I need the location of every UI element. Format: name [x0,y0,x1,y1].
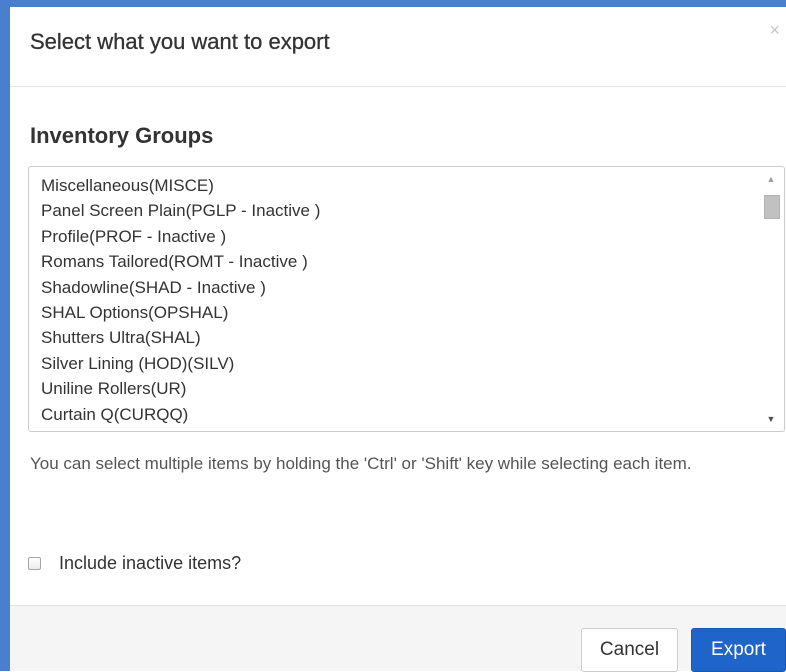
multi-select-help-text: You can select multiple items by holding… [30,454,692,473]
scroll-up-arrow-icon[interactable]: ▲ [758,169,784,189]
inventory-group-option[interactable]: Miscellaneous(MISCE) [41,173,754,198]
inventory-group-option[interactable]: SHAL Options(OPSHAL) [41,300,754,325]
inventory-group-option[interactable]: IBM Curtain Q(ICURQQ) [41,427,754,431]
inventory-group-option[interactable]: Shadowline(SHAD - Inactive ) [41,275,754,300]
cancel-button[interactable]: Cancel [581,628,678,672]
include-inactive-row[interactable]: Include inactive items? [28,552,241,574]
export-button[interactable]: Export [691,628,786,672]
inventory-group-option[interactable]: Curtain Q(CURQQ) [41,402,754,427]
inventory-group-option[interactable]: Profile(PROF - Inactive ) [41,224,754,249]
close-icon[interactable]: × [769,21,780,39]
listbox-scrollbar[interactable]: ▲ ▼ [758,167,784,431]
include-inactive-checkbox[interactable] [28,556,41,570]
inventory-group-option[interactable]: Uniline Rollers(UR) [41,376,754,401]
inventory-group-option[interactable]: Romans Tailored(ROMT - Inactive ) [41,249,754,274]
scroll-thumb[interactable] [764,195,780,219]
inventory-groups-options: Miscellaneous(MISCE) Panel Screen Plain(P… [41,173,754,431]
dialog-title: Select what you want to export [30,29,330,54]
inventory-groups-listbox[interactable]: Miscellaneous(MISCE) Panel Screen Plain(P… [28,166,785,432]
dialog-header: Select what you want to export × [10,7,786,87]
inventory-group-option[interactable]: Panel Screen Plain(PGLP - Inactive ) [41,198,754,223]
scroll-down-arrow-icon[interactable]: ▼ [758,409,784,429]
inventory-group-option[interactable]: Shutters Ultra(SHAL) [41,325,754,350]
dialog-footer: Cancel Export [10,605,786,672]
inventory-groups-heading: Inventory Groups [30,123,214,148]
export-dialog: Select what you want to export × Invento… [0,0,786,672]
inventory-group-option[interactable]: Silver Lining (HOD)(SILV) [41,351,754,376]
include-inactive-label[interactable]: Include inactive items? [59,553,241,574]
